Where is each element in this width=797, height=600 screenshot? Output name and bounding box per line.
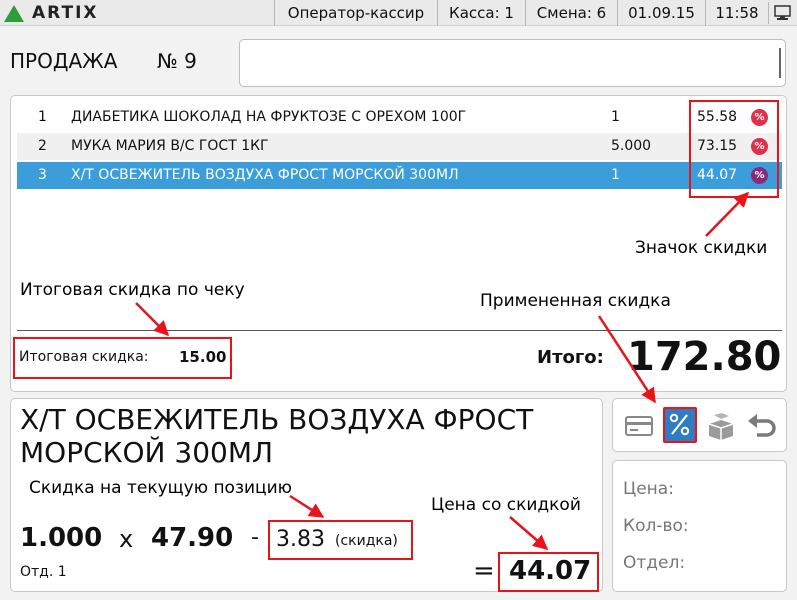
total-label: Итого: <box>537 347 604 368</box>
current-item-name: Х/Т ОСВЕЖИТЕЛЬ ВОЗДУХА ФРОСТ МОРСКОЙ 300… <box>20 403 534 469</box>
sale-title: ПРОДАЖА <box>10 49 118 73</box>
artix-logo: ARTIX <box>4 2 99 24</box>
goods-button[interactable] <box>705 411 737 441</box>
shift-label: Смена: 6 <box>525 0 617 26</box>
undo-arrow-icon <box>748 414 776 437</box>
annotation-discount-icon: Значок скидки <box>635 238 768 258</box>
percent-icon <box>669 413 690 436</box>
annotation-position-discount: Скидка на текущую позицию <box>29 478 292 498</box>
current-item-dept: Отд. 1 <box>20 564 67 580</box>
operator-label: Оператор-кассир <box>274 0 437 26</box>
discount-button[interactable] <box>663 407 697 443</box>
equals-sign: = <box>473 556 495 586</box>
date-label: 01.09.15 <box>617 0 705 26</box>
barcode-input[interactable] <box>239 39 786 87</box>
return-button[interactable] <box>745 411 777 441</box>
row-qty: 1 <box>611 109 620 125</box>
info-panel: Цена: Кол-во: Отдел: <box>612 460 787 592</box>
annotation-box-final-price <box>498 552 599 592</box>
time-label: 11:58 <box>705 0 768 26</box>
credit-card-icon <box>625 416 653 436</box>
monitor-icon[interactable] <box>768 2 794 24</box>
row-name: Х/Т ОСВЕЖИТЕЛЬ ВОЗДУХА ФРОСТ МОРСКОЙ 300… <box>71 167 459 183</box>
current-item-qty: 1.000 <box>20 523 103 553</box>
current-item-price: 47.90 <box>151 523 234 553</box>
receipt-divider <box>17 330 782 331</box>
action-panel <box>612 398 787 452</box>
receipt-row-selected[interactable]: 3 Х/Т ОСВЕЖИТЕЛЬ ВОЗДУХА ФРОСТ МОРСКОЙ 3… <box>17 162 782 189</box>
qty-label: Кол-во: <box>623 516 689 536</box>
register-label: Касса: 1 <box>437 0 525 26</box>
receipt-row[interactable]: 1 ДИАБЕТИКА ШОКОЛАД НА ФРУКТОЗЕ С ОРЕХОМ… <box>17 104 782 131</box>
row-name: МУКА МАРИЯ В/С ГОСТ 1КГ <box>71 138 269 154</box>
row-qty: 1 <box>611 167 620 183</box>
minus-sign: - <box>251 525 259 550</box>
annotation-receipt-discount: Итоговая скидка по чеку <box>20 280 245 300</box>
annotation-box-badges <box>689 100 779 198</box>
sale-number: № 9 <box>157 49 197 73</box>
row-index: 2 <box>38 138 47 154</box>
top-bar: ARTIX Оператор-кассир Касса: 1 Смена: 6 … <box>0 0 797 26</box>
receipt-row[interactable]: 2 МУКА МАРИЯ В/С ГОСТ 1КГ 5.000 73.15 % <box>17 133 782 160</box>
card-payment-button[interactable] <box>623 411 655 441</box>
annotation-applied-discount: Примененная скидка <box>480 291 671 311</box>
row-index: 3 <box>38 167 47 183</box>
annotation-discounted-price: Цена со скидкой <box>431 495 581 515</box>
price-label: Цена: <box>623 479 674 499</box>
annotation-box-position-discount <box>268 520 413 560</box>
boxes-icon <box>708 413 734 440</box>
row-name: ДИАБЕТИКА ШОКОЛАД НА ФРУКТОЗЕ С ОРЕХОМ 1… <box>71 109 467 125</box>
row-qty: 5.000 <box>611 138 652 154</box>
annotation-box-total-discount <box>13 337 232 379</box>
total-value: 172.80 <box>627 334 782 380</box>
multiply-sign: x <box>119 525 134 553</box>
logo-triangle-icon <box>4 4 24 22</box>
dept-label: Отдел: <box>623 553 686 573</box>
brand-name: ARTIX <box>32 3 99 23</box>
row-index: 1 <box>38 109 47 125</box>
